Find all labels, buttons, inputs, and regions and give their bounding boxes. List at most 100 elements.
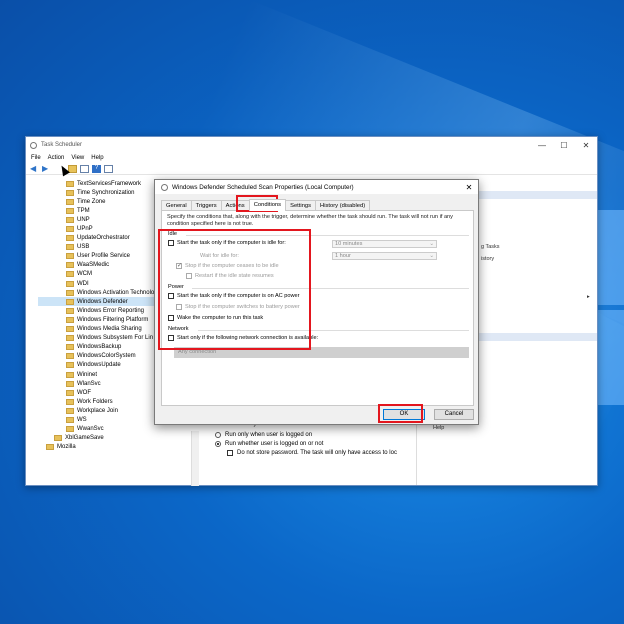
folder-icon xyxy=(46,444,54,451)
radio-button[interactable] xyxy=(215,431,221,438)
action-help[interactable]: Help xyxy=(433,425,444,431)
tree-item-label: WlanSvc xyxy=(77,380,101,387)
folder-icon xyxy=(66,426,74,433)
checkbox[interactable] xyxy=(168,335,174,341)
folder-icon xyxy=(66,362,74,369)
folder-icon xyxy=(66,407,74,414)
ok-button[interactable]: OK xyxy=(383,409,425,420)
idle-group-label: Idle xyxy=(168,231,178,237)
radio-button[interactable] xyxy=(215,440,221,447)
toolbar: ◀ ▶ ? xyxy=(26,163,597,175)
tree-item-label: UNP xyxy=(77,216,90,223)
folder-icon xyxy=(66,398,74,405)
wait-for-idle-label: Wait for idle for: xyxy=(200,253,239,259)
tree-item-label: UPnP xyxy=(77,226,93,233)
help-icon[interactable]: ? xyxy=(92,164,101,173)
general-tab-fragment: ecurity Run only when user is logged on … xyxy=(209,421,419,487)
network-option[interactable]: Start only if the following network conn… xyxy=(168,335,318,341)
no-store-password-option[interactable]: Do not store password. The task will onl… xyxy=(227,448,419,457)
folder-icon xyxy=(66,198,74,205)
tree-item-xblgamesave[interactable]: XblGameSave xyxy=(38,434,183,443)
tab-conditions[interactable]: Conditions xyxy=(248,199,287,211)
idle-duration-dropdown[interactable]: 10 minutes ⌄ xyxy=(332,240,437,248)
tree-item-label: WindowsBackup xyxy=(77,344,122,351)
checkbox[interactable] xyxy=(186,273,192,279)
properties-dialog: Windows Defender Scheduled Scan Properti… xyxy=(154,179,479,425)
folder-icon xyxy=(66,289,74,296)
back-arrow-icon[interactable]: ◀ xyxy=(30,164,39,173)
menu-help[interactable]: Help xyxy=(91,155,103,161)
folder-icon xyxy=(66,216,74,223)
folder-icon xyxy=(66,307,74,314)
chevron-down-icon: ⌄ xyxy=(429,253,434,259)
tree-item-label: WOF xyxy=(77,389,91,396)
tree-item-label: WindowsUpdate xyxy=(77,362,121,369)
tree-item-label: Windows Subsystem For Lin xyxy=(77,335,154,342)
divider xyxy=(192,288,469,289)
tree-item-label: WDI xyxy=(77,280,89,287)
checkbox[interactable] xyxy=(168,240,174,246)
folder-icon xyxy=(66,371,74,378)
menu-file[interactable]: File xyxy=(31,155,41,161)
stop-if-not-idle-option[interactable]: Stop if the computer ceases to be idle xyxy=(176,262,279,269)
show-hide-console-icon[interactable] xyxy=(80,164,89,173)
maximize-button[interactable]: ☐ xyxy=(553,141,575,150)
dialog-close-button[interactable]: ✕ xyxy=(460,183,478,192)
folder-icon xyxy=(66,344,74,351)
tree-item-label: WS xyxy=(77,416,87,423)
action-display-running-tasks[interactable]: g Tasks xyxy=(481,244,500,250)
dialog-title: Windows Defender Scheduled Scan Properti… xyxy=(172,183,354,191)
restart-if-idle-option[interactable]: Restart if the idle state resumes xyxy=(186,273,274,279)
wake-computer-option[interactable]: Wake the computer to run this task xyxy=(168,315,263,321)
stop-on-battery-option[interactable]: Stop if the computer switches to battery… xyxy=(176,304,300,310)
folder-icon xyxy=(66,316,74,323)
action-pane-icon[interactable] xyxy=(104,164,113,173)
folder-icon xyxy=(66,180,74,187)
chevron-down-icon: ⌄ xyxy=(429,241,434,247)
forward-arrow-icon[interactable]: ▶ xyxy=(42,164,51,173)
dialog-title-bar: Windows Defender Scheduled Scan Properti… xyxy=(155,180,478,194)
tree-item-label: Wininet xyxy=(77,371,98,378)
cancel-button[interactable]: Cancel xyxy=(434,409,474,420)
tree-item-label: Work Folders xyxy=(77,398,113,405)
window-title: Task Scheduler xyxy=(41,142,83,148)
tree-item-label: TextServicesFramework xyxy=(77,180,142,187)
wait-duration-dropdown[interactable]: 1 hour ⌄ xyxy=(332,252,437,260)
checkbox[interactable] xyxy=(176,262,182,269)
divider xyxy=(186,235,469,236)
title-bar: Task Scheduler — ☐ ✕ xyxy=(26,137,597,153)
tree-item-label: Windows Filtering Platform xyxy=(77,316,149,323)
tree-item-label: Windows Defender xyxy=(77,298,128,305)
tree-item[interactable]: WwanSvc xyxy=(38,425,183,434)
menu-action[interactable]: Action xyxy=(48,155,65,161)
network-connection-dropdown[interactable]: Any connection xyxy=(174,347,469,358)
chevron-right-icon[interactable]: ▸ xyxy=(587,294,590,300)
folder-icon xyxy=(66,298,74,305)
folder-icon xyxy=(66,189,74,196)
tree-item-label: WCM xyxy=(77,271,92,278)
checkbox[interactable] xyxy=(227,449,233,456)
tree-item-label: UpdateOrchestrator xyxy=(77,235,130,242)
tree-item-label: User Profile Service xyxy=(77,253,131,260)
menu-view[interactable]: View xyxy=(71,155,84,161)
tree-item-label: WwanSvc xyxy=(77,426,104,433)
run-whether-option[interactable]: Run whether user is logged on or not xyxy=(215,439,419,448)
run-logged-on-option[interactable]: Run only when user is logged on xyxy=(215,430,419,439)
checkbox[interactable] xyxy=(176,304,182,310)
ac-power-option[interactable]: Start the task only if the computer is o… xyxy=(168,293,300,299)
tree-item-mozilla[interactable]: Mozilla xyxy=(38,443,183,452)
start-if-idle-option[interactable]: Start the task only if the computer is i… xyxy=(168,240,286,246)
checkbox[interactable] xyxy=(168,315,174,321)
folder-icon xyxy=(66,262,74,269)
tree-item-label: Time Zone xyxy=(77,198,106,205)
divider xyxy=(198,330,469,331)
conditions-description: Specify the conditions that, along with … xyxy=(167,214,453,227)
vertical-scrollbar[interactable] xyxy=(191,431,199,486)
tree-item-label: USB xyxy=(77,244,90,251)
action-history[interactable]: istory xyxy=(481,256,494,262)
close-button[interactable]: ✕ xyxy=(575,141,597,150)
power-group-label: Power xyxy=(168,284,184,290)
checkbox[interactable] xyxy=(168,293,174,299)
minimize-button[interactable]: — xyxy=(531,141,553,150)
folder-icon xyxy=(66,416,74,423)
